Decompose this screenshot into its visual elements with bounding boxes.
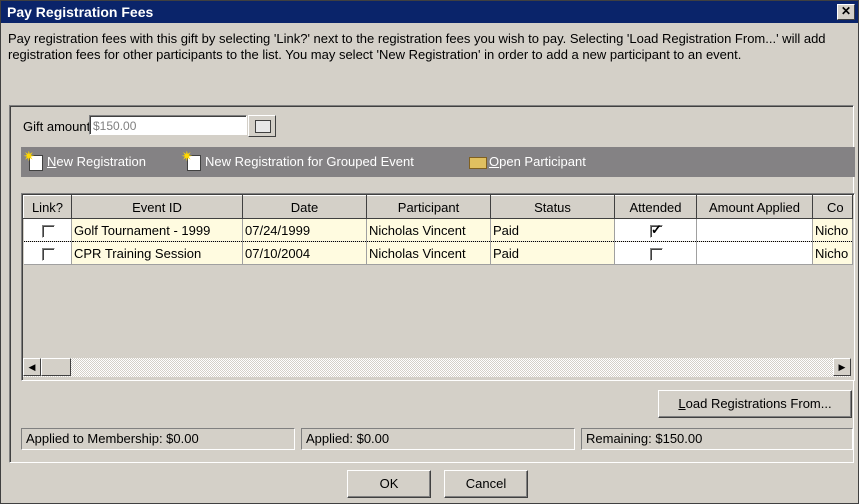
date-cell: 07/10/2004 xyxy=(242,241,367,265)
registration-toolbar: New Registration New Registration for Gr… xyxy=(21,147,855,177)
scroll-left-button[interactable]: ◀ xyxy=(23,358,41,376)
applied-status: Applied: $0.00 xyxy=(301,428,575,450)
contact-cell: Nicho xyxy=(812,241,853,265)
new-registration-label: New Registration xyxy=(47,153,146,169)
amount-applied-cell[interactable] xyxy=(696,218,813,242)
contact-cell: Nicho xyxy=(812,218,853,242)
event-id-cell: Golf Tournament - 1999 xyxy=(71,218,243,242)
link-cell[interactable] xyxy=(23,218,72,242)
grid-header-row: Link? Event ID Date Participant Status A… xyxy=(23,195,853,219)
column-header-date[interactable]: Date xyxy=(242,195,367,219)
open-participant-button[interactable]: Open Participant xyxy=(467,153,586,169)
open-folder-icon xyxy=(467,153,487,169)
link-checkbox[interactable] xyxy=(41,247,55,261)
new-registration-grouped-button[interactable]: New Registration for Grouped Event xyxy=(181,148,414,171)
calculator-icon xyxy=(255,120,271,133)
cancel-button[interactable]: Cancel xyxy=(444,470,528,498)
window-title: Pay Registration Fees xyxy=(7,4,154,20)
load-registrations-button[interactable]: Load Registrations From... xyxy=(658,390,852,418)
close-icon: ✕ xyxy=(840,4,852,18)
link-checkbox[interactable] xyxy=(41,224,55,238)
column-header-link[interactable]: Link? xyxy=(23,195,72,219)
arrow-right-icon: ▶ xyxy=(838,362,846,372)
new-registration-grouped-label: New Registration for Grouped Event xyxy=(205,153,414,169)
participant-cell: Nicholas Vincent xyxy=(366,241,491,265)
column-header-amount-applied[interactable]: Amount Applied xyxy=(696,195,813,219)
applied-membership-status: Applied to Membership: $0.00 xyxy=(21,428,295,450)
intro-text: Pay registration fees with this gift by … xyxy=(8,31,826,62)
arrow-left-icon: ◀ xyxy=(28,362,36,372)
new-document-star-icon xyxy=(181,148,201,171)
new-document-star-icon xyxy=(23,148,43,171)
status-cell: Paid xyxy=(490,241,615,265)
attended-cell[interactable] xyxy=(614,218,697,242)
calculator-button[interactable] xyxy=(248,115,276,137)
column-header-contact[interactable]: Co xyxy=(812,195,853,219)
attended-checkbox[interactable] xyxy=(650,222,663,238)
open-participant-label: Open Participant xyxy=(489,153,586,169)
ok-button[interactable]: OK xyxy=(347,470,431,498)
participant-cell: Nicholas Vincent xyxy=(366,218,491,242)
registrations-grid[interactable]: Link? Event ID Date Participant Status A… xyxy=(21,193,855,381)
close-button[interactable]: ✕ xyxy=(837,4,855,20)
new-registration-button[interactable]: New Registration xyxy=(23,148,146,171)
title-bar[interactable]: Pay Registration Fees ✕ xyxy=(1,1,858,23)
scroll-right-button[interactable]: ▶ xyxy=(833,358,851,376)
column-header-status[interactable]: Status xyxy=(490,195,615,219)
table-row[interactable]: CPR Training Session 07/10/2004 Nicholas… xyxy=(23,241,853,265)
status-cell: Paid xyxy=(490,218,615,242)
table-row[interactable]: Golf Tournament - 1999 07/24/1999 Nichol… xyxy=(23,218,853,242)
gift-amount-field[interactable]: $150.00 xyxy=(89,115,247,135)
horizontal-scrollbar[interactable]: ◀ ▶ xyxy=(23,358,851,377)
pay-registration-fees-dialog: Pay Registration Fees ✕ Pay registration… xyxy=(0,0,859,504)
attended-cell[interactable] xyxy=(614,241,697,265)
event-id-cell: CPR Training Session xyxy=(71,241,243,265)
column-header-attended[interactable]: Attended xyxy=(614,195,697,219)
link-cell[interactable] xyxy=(23,241,72,265)
remaining-status: Remaining: $150.00 xyxy=(581,428,853,450)
attended-checkbox[interactable] xyxy=(650,247,663,261)
gift-amount-label: Gift amount: xyxy=(23,119,94,134)
column-header-participant[interactable]: Participant xyxy=(366,195,491,219)
amount-applied-cell[interactable] xyxy=(696,241,813,265)
column-header-event-id[interactable]: Event ID xyxy=(71,195,243,219)
scroll-thumb[interactable] xyxy=(41,358,71,376)
date-cell: 07/24/1999 xyxy=(242,218,367,242)
